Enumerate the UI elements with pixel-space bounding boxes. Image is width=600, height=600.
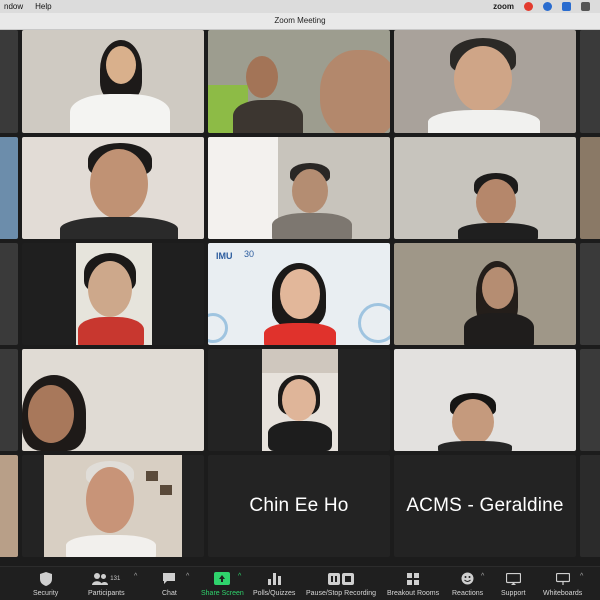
video-tile-r3-c3[interactable] [394,243,576,345]
menu-status-area: zoom [493,2,600,11]
chat-chevron-up-icon[interactable]: ^ [186,573,189,580]
support-icon [505,570,521,587]
video-tile-partial-left-r4[interactable] [0,349,18,451]
bar-chart-icon [267,570,281,587]
video-tile-partial-left-r2[interactable] [0,137,18,239]
participant-name: ACMS - Geraldine [406,495,564,516]
video-tile-r4-c2[interactable] [208,349,390,451]
chat-icon [162,570,176,587]
menu-help[interactable]: Help [35,2,51,11]
smile-icon [461,570,474,587]
video-tile-r2-c3[interactable] [394,137,576,239]
video-tile-r3-c1[interactable] [22,243,204,345]
breakout-rooms-button[interactable]: Breakout Rooms [387,570,439,597]
whiteboard-icon [555,570,570,587]
video-tile-r2-c2[interactable] [208,137,390,239]
participants-button[interactable]: 131 Participants [88,570,125,597]
mac-menu-bar: ndow Help zoom [0,0,600,13]
status-icon-grid[interactable] [562,2,571,11]
video-tile-r4-c1[interactable] [22,349,204,451]
participants-chevron-up-icon[interactable]: ^ [134,573,137,580]
recording-button[interactable]: Pause/Stop Recording [306,570,376,597]
imu-logo: IMU [216,251,233,261]
video-tile-partial-right-r1[interactable] [580,30,600,133]
status-icon-red[interactable] [524,2,533,11]
share-chevron-up-icon[interactable]: ^ [238,573,241,580]
support-button[interactable]: Support [501,570,526,597]
grid-icon [407,570,420,587]
video-tile-partial-left-r1[interactable] [0,30,18,133]
video-grid: IMU 30 Chin Ee Ho ACMS - Geraldine [0,30,600,566]
security-button[interactable]: Security [33,570,58,597]
status-icon-control-center[interactable] [581,2,590,11]
chat-button[interactable]: Chat [162,570,177,597]
anniversary-logo: 30 [244,249,255,259]
video-tile-name-only-2[interactable]: ACMS - Geraldine [394,455,576,557]
share-screen-icon [214,570,231,587]
video-tile-r3-c2[interactable]: IMU 30 [208,243,390,345]
status-icon-blue[interactable] [543,2,552,11]
whiteboards-button[interactable]: Whiteboards [543,570,582,597]
video-tile-r5-c1[interactable] [22,455,204,557]
reactions-chevron-up-icon[interactable]: ^ [481,573,484,580]
video-tile-partial-right-r5[interactable] [580,455,600,557]
whiteboards-chevron-up-icon[interactable]: ^ [580,573,583,580]
participants-icon: 131 [92,570,120,587]
participant-count: 131 [110,575,121,582]
zoom-logo[interactable]: zoom [493,2,514,11]
video-tile-r4-c3[interactable] [394,349,576,451]
video-tile-r1-c2[interactable] [208,30,390,133]
video-tile-r1-c1[interactable] [22,30,204,133]
video-tile-partial-left-r3[interactable] [0,243,18,345]
window-title: Zoom Meeting [0,13,600,30]
video-tile-partial-right-r4[interactable] [580,349,600,451]
participant-name: Chin Ee Ho [249,495,349,516]
video-tile-partial-left-r5[interactable] [0,455,18,557]
video-tile-partial-right-r3[interactable] [580,243,600,345]
menu-window[interactable]: ndow [4,2,23,11]
reactions-button[interactable]: Reactions [452,570,483,597]
video-tile-r2-c1[interactable] [22,137,204,239]
video-tile-partial-right-r2[interactable] [580,137,600,239]
video-tile-r1-c3[interactable] [394,30,576,133]
video-tile-name-only-1[interactable]: Chin Ee Ho [208,455,390,557]
shield-icon [39,570,52,587]
pause-stop-icon [328,570,355,587]
polls-button[interactable]: Polls/Quizzes [253,570,295,597]
meeting-toolbar: Security 131 Participants ^ Chat ^ Share… [0,566,600,600]
